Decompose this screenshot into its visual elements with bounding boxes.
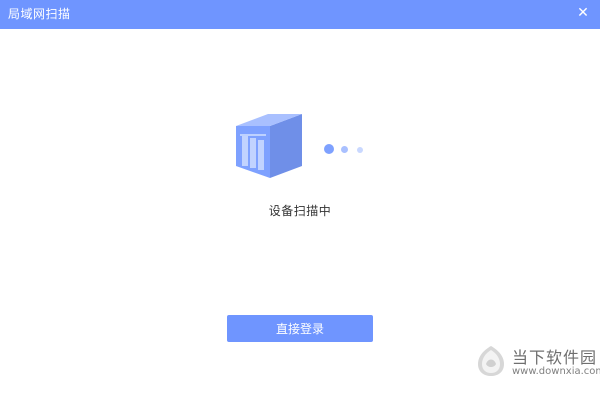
watermark-url: www.downxia.com (512, 366, 600, 377)
progress-dot (357, 147, 363, 153)
scan-status-text: 设备扫描中 (268, 204, 332, 218)
lan-scan-window: 局域网扫描 ✕ 设备扫描中 直接登录 当下软件园 www.downxia.com (0, 0, 600, 400)
progress-dot (324, 144, 334, 154)
direct-login-button[interactable]: 直接登录 (227, 315, 373, 342)
watermark-name: 当下软件园 (512, 348, 598, 367)
title-bar: 局域网扫描 ✕ (0, 0, 600, 29)
close-icon[interactable]: ✕ (574, 4, 592, 22)
window-title: 局域网扫描 (8, 7, 71, 21)
scan-progress-dots (324, 144, 364, 156)
watermark: 当下软件园 www.downxia.com (470, 344, 600, 400)
progress-dot (341, 146, 348, 153)
watermark-logo-icon (478, 346, 504, 376)
